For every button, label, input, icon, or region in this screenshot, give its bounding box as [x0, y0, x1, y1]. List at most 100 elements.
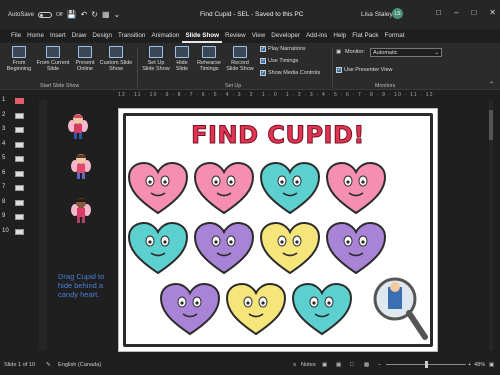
use-timings-label: Use Timings	[268, 58, 299, 64]
minimize-icon[interactable]: –	[454, 8, 458, 17]
tab-insert[interactable]: Insert	[47, 29, 69, 43]
zoom-in-icon[interactable]: +	[468, 362, 471, 368]
slide-thumbnail[interactable]	[15, 112, 24, 119]
customize-qat-icon[interactable]: ⌄	[114, 10, 121, 19]
slide-thumbnail[interactable]	[15, 156, 24, 162]
title-bar: AutoSave Off 💾 ↶ ↻ ▦ ⌄ Find Cupid - SEL …	[0, 0, 500, 29]
tab-format[interactable]: Format	[382, 29, 408, 43]
tab-design[interactable]: Design	[89, 29, 115, 43]
maximize-icon[interactable]: □	[471, 8, 476, 17]
slide-sorter-icon[interactable]: ▦	[336, 362, 341, 368]
cupid-figure[interactable]	[68, 112, 88, 140]
candy-heart[interactable]	[127, 161, 189, 215]
from-current-slide-button[interactable]: From Current Slide	[36, 46, 70, 72]
slide-thumbnail[interactable]	[15, 127, 24, 133]
slide-thumbnail[interactable]	[15, 214, 24, 220]
notes-icon[interactable]: ≡	[293, 362, 296, 368]
save-icon[interactable]: 💾	[67, 10, 77, 19]
check-icon: ✓	[260, 46, 266, 52]
play-narrations-label: Play Narrations	[268, 46, 306, 52]
candy-heart[interactable]	[159, 282, 221, 336]
normal-view-icon[interactable]: ▣	[322, 362, 327, 368]
check-icon: ✓	[260, 70, 266, 76]
accessibility-icon[interactable]: ✎	[46, 362, 51, 368]
group-start-slide-show: Start Slide Show	[40, 83, 80, 89]
notes-button[interactable]: Notes	[301, 362, 316, 368]
magnifier-icon[interactable]	[371, 275, 429, 345]
present-online-button[interactable]: Present Online	[72, 46, 98, 72]
tab-transition[interactable]: Transition	[115, 29, 148, 43]
slideshow-view-icon[interactable]: ▩	[364, 362, 369, 368]
slide-number: 7	[2, 184, 6, 190]
tab-add-ins[interactable]: Add-ins	[303, 29, 330, 43]
slide-thumbnail[interactable]	[15, 185, 24, 191]
use-presenter-view-checkbox[interactable]: ✓ Use Presenter View	[336, 67, 393, 73]
rehearse-label: Rehearse Timings	[197, 60, 221, 72]
use-timings-checkbox[interactable]: ✓ Use Timings	[260, 58, 298, 64]
hide-slide-icon	[175, 46, 189, 58]
play-from-start-icon	[12, 46, 26, 58]
tab-draw[interactable]: Draw	[69, 29, 90, 43]
undo-icon[interactable]: ↶	[81, 10, 88, 19]
zoom-slider-thumb[interactable]	[425, 361, 428, 368]
autosave-toggle[interactable]	[38, 11, 53, 18]
candy-heart[interactable]	[193, 221, 255, 275]
candy-heart[interactable]	[291, 282, 353, 336]
reading-view-icon[interactable]: □	[350, 362, 353, 368]
ribbon-display-icon[interactable]: □	[436, 8, 441, 17]
vertical-scrollbar[interactable]	[488, 100, 494, 350]
tab-slide-show[interactable]: Slide Show	[182, 29, 223, 43]
tab-animation[interactable]: Animation	[148, 29, 182, 43]
candy-heart[interactable]	[259, 161, 321, 215]
cupid-figure[interactable]	[71, 196, 91, 224]
candy-heart[interactable]	[325, 221, 387, 275]
tab-view[interactable]: View	[249, 29, 269, 43]
tab-home[interactable]: Home	[24, 29, 47, 43]
zoom-level[interactable]: 48%	[474, 362, 485, 368]
candy-heart[interactable]	[325, 161, 387, 215]
tab-review[interactable]: Review	[222, 29, 249, 43]
candy-heart[interactable]	[193, 161, 255, 215]
rehearse-timings-button[interactable]: Rehearse Timings	[194, 46, 224, 72]
user-name[interactable]: Lisa Staley	[361, 11, 393, 18]
tab-file[interactable]: File	[8, 29, 24, 43]
slide-thumbnail[interactable]	[15, 170, 24, 177]
redo-icon[interactable]: ↻	[91, 10, 98, 19]
tab-help[interactable]: Help	[330, 29, 349, 43]
zoom-out-icon[interactable]: −	[378, 362, 381, 368]
candy-heart[interactable]	[259, 221, 321, 275]
slide-thumbnail[interactable]	[15, 98, 24, 104]
cupid-figure[interactable]	[71, 152, 91, 180]
ribbon-tabs: File Home Insert Draw Design Transition …	[0, 29, 500, 43]
play-narrations-checkbox[interactable]: ✓ Play Narrations	[260, 46, 306, 52]
candy-heart[interactable]	[127, 221, 189, 275]
slide-thumbnail[interactable]	[15, 141, 24, 148]
tab-developer[interactable]: Developer	[268, 29, 303, 43]
tab-flat-pack[interactable]: Flat Pack	[349, 29, 381, 43]
show-media-label: Show Media Controls	[268, 70, 321, 76]
rehearse-icon	[202, 46, 216, 58]
record-slide-show-button[interactable]: Record Slide Show	[225, 46, 255, 72]
present-online-label: Present Online	[75, 60, 95, 72]
close-icon[interactable]: ✕	[489, 8, 496, 17]
custom-slide-show-button[interactable]: Custom Slide Show	[99, 46, 133, 72]
from-beginning-button[interactable]: From Beginning	[4, 46, 34, 72]
show-media-controls-checkbox[interactable]: ✓ Show Media Controls	[260, 70, 320, 76]
collapse-ribbon-icon[interactable]: ⌃	[489, 81, 494, 88]
fit-slide-icon[interactable]: ▣	[489, 362, 494, 368]
slide-thumbnail[interactable]	[15, 228, 24, 235]
group-monitors: Monitors	[375, 83, 396, 89]
set-up-slide-show-button[interactable]: Set Up Slide Show	[141, 46, 171, 72]
slide-number: 8	[2, 198, 6, 205]
avatar[interactable]: LS	[392, 8, 403, 19]
candy-heart[interactable]	[225, 282, 287, 336]
slide-thumbnail[interactable]	[15, 199, 24, 206]
monitor-select[interactable]: Automatic ⌄	[370, 48, 442, 57]
vertical-ruler	[39, 100, 47, 350]
slide-title[interactable]: FIND CUPID!	[119, 121, 437, 150]
language-label[interactable]: English (Canada)	[58, 362, 101, 368]
monitor-select-value: Automatic	[373, 50, 398, 56]
autosave-state: Off	[56, 11, 63, 18]
slideshow-icon[interactable]: ▦	[102, 10, 110, 19]
hide-slide-button[interactable]: Hide Slide	[172, 46, 192, 72]
